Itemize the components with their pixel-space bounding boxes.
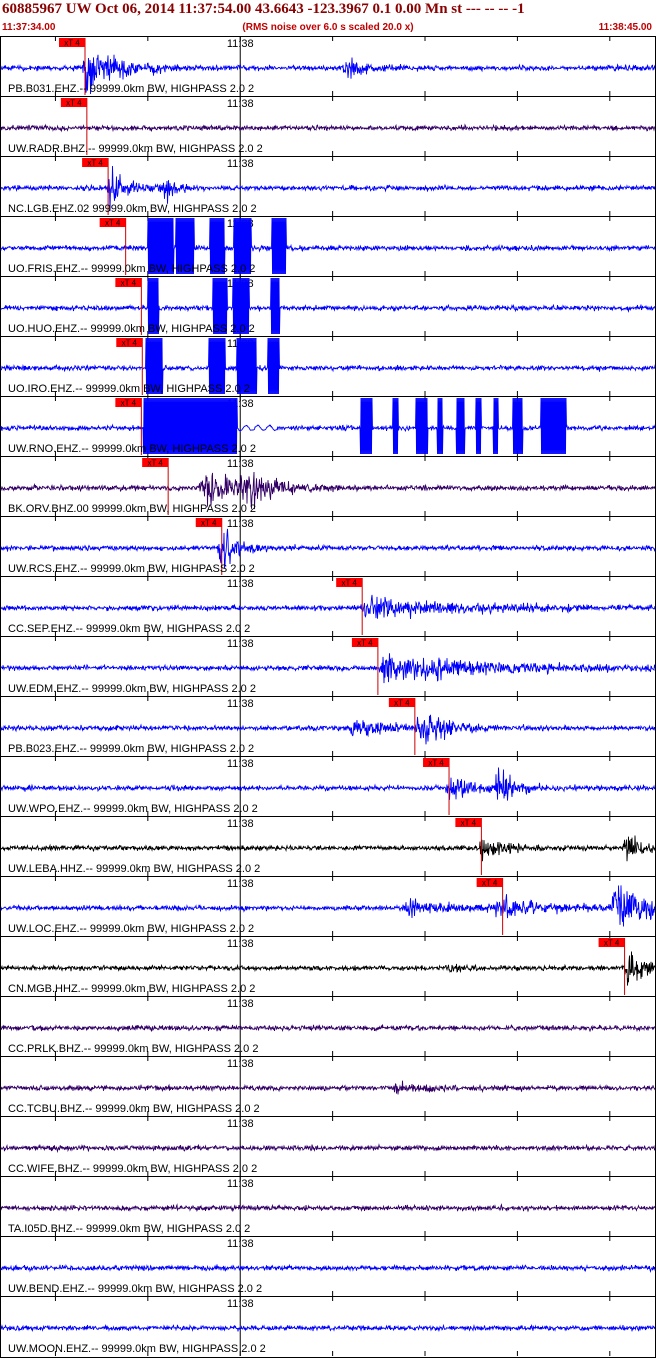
- trace-row: 11:38CC.WIFE.BHZ.-- 99999.0km BW, HIGHPA…: [0, 1116, 656, 1176]
- trace-row: 11:38CC.PRLK.BHZ.-- 99999.0km BW, HIGHPA…: [0, 996, 656, 1056]
- station-label: UW.RADR.BHZ.-- 99999.0km BW, HIGHPASS 2.…: [8, 143, 263, 155]
- trace-row: 11:38 xT 4UW.EDM.EHZ.-- 99999.0km BW, HIG…: [0, 636, 656, 696]
- event-title: 60885967 UW Oct 06, 2014 11:37:54.00 43.…: [2, 1, 525, 17]
- pick-marker-label: xT 4: [121, 399, 137, 408]
- trace-row: 11:38xT 4UW.RNO.EHZ.-- 99999.0km BW, HIG…: [0, 396, 656, 456]
- pick-marker-label: xT 4: [604, 939, 620, 948]
- station-label: UW.LOC.EHZ.-- 99999.0km BW, HIGHPASS 2.0…: [8, 923, 254, 935]
- trace-row: 11:38xT 4NC.LGB.EHZ.02 99999.0km BW, HIG…: [0, 156, 656, 216]
- trace-row: 11:38UW.BEND.EHZ.-- 99999.0km BW, HIGHPA…: [0, 1236, 656, 1296]
- trace-row: 11:38 xT 4UW.LEBA.HHZ.-- 99999.0km BW, HI…: [0, 816, 656, 876]
- station-label: PB.B031.EHZ.-- 99999.0km BW, HIGHPASS 2.…: [8, 83, 254, 95]
- station-label: UW.MOON.EHZ.-- 99999.0km BW, HIGHPASS 2.…: [8, 1343, 266, 1355]
- waveform: [0, 835, 656, 862]
- waveform: [0, 653, 656, 684]
- seismogram-panel: 11:38xT 4PB.B031.EHZ.-- 99999.0km BW, HI…: [0, 36, 656, 1358]
- station-label: CC.TCBU.BHZ.-- 99999.0km BW, HIGHPASS 2.…: [8, 1103, 260, 1115]
- station-label: UW.EDM.EHZ.-- 99999.0km BW, HIGHPASS 2.0…: [8, 683, 256, 695]
- waveform: [0, 1143, 656, 1154]
- trace-row: 11:38 xT 4CN.MGB.HHZ.-- 99999.0km BW, HIG…: [0, 936, 656, 996]
- trace-row: 11:38xT 4UW.RCS.EHZ.-- 99999.0km BW, HIG…: [0, 516, 656, 576]
- waveform: [0, 1080, 656, 1095]
- plot-header: 60885967 UW Oct 06, 2014 11:37:54.00 43.…: [0, 0, 656, 36]
- station-label: CN.MGB.HHZ.-- 99999.0km BW, HIGHPASS 2.0…: [8, 983, 255, 995]
- station-label: UW.WPO.EHZ.-- 99999.0km BW, HIGHPASS 2.0…: [8, 803, 258, 815]
- pick-marker-label: xT 4: [341, 579, 357, 588]
- station-label: CC.PRLK.BHZ.-- 99999.0km BW, HIGHPASS 2.…: [8, 1043, 258, 1055]
- pick-marker-label: xT 4: [105, 219, 121, 228]
- station-label: UW.RCS.EHZ.-- 99999.0km BW, HIGHPASS 2.0…: [8, 563, 255, 575]
- pick-marker-label: xT 4: [66, 99, 82, 108]
- station-label: UO.HUO.EHZ.-- 99999.0km BW, HIGHPASS 2.0…: [8, 323, 255, 335]
- trace-row: 11:38xT 4BK.ORV.BHZ.00 99999.0km BW, HIG…: [0, 456, 656, 516]
- trace-row: 11:38xT 4UO.FRIS.EHZ.-- 99999.0km BW, HI…: [0, 216, 656, 276]
- pick-marker-label: xT 4: [201, 519, 217, 528]
- waveform: [0, 1323, 656, 1333]
- station-label: UO.FRIS.EHZ.-- 99999.0km BW, HIGHPASS 2.…: [8, 263, 255, 275]
- trace-row: 11:38TA.I05D.BHZ.-- 99999.0km BW, HIGHPA…: [0, 1176, 656, 1236]
- pick-marker-label: xT 4: [121, 279, 137, 288]
- pick-marker-label: xT 4: [428, 759, 444, 768]
- station-label: TA.I05D.BHZ.-- 99999.0km BW, HIGHPASS 2.…: [8, 1223, 250, 1235]
- station-label: CC.WIFE.BHZ.-- 99999.0km BW, HIGHPASS 2.…: [8, 1163, 257, 1175]
- pick-marker-label: xT 4: [87, 159, 103, 168]
- waveform: [0, 1203, 656, 1213]
- station-label: CC.SEP.EHZ.-- 99999.0km BW, HIGHPASS 2.0…: [8, 623, 250, 635]
- pick-marker-label: xT 4: [147, 459, 163, 468]
- pick-marker-label: xT 4: [394, 699, 410, 708]
- station-label: BK.ORV.BHZ.00 99999.0km BW, HIGHPASS 2.0…: [8, 503, 256, 515]
- station-label: NC.LGB.EHZ.02 99999.0km BW, HIGHPASS 2.0…: [8, 203, 257, 215]
- trace-row: 11:38UW.MOON.EHZ.-- 99999.0km BW, HIGHPA…: [0, 1296, 656, 1356]
- trace-row: 11:38xT 4UW.RADR.BHZ.-- 99999.0km BW, HI…: [0, 96, 656, 156]
- waveform: [0, 951, 656, 986]
- end-time: 11:38:45.00: [598, 22, 652, 33]
- waveform: [0, 594, 656, 620]
- trace-row: 11:38xT 4PB.B031.EHZ.-- 99999.0km BW, HI…: [0, 36, 656, 96]
- trace-row: 11:38xT 4UO.HUO.EHZ.-- 99999.0km BW, HIG…: [0, 276, 656, 336]
- waveform: [0, 1263, 656, 1274]
- trace-row: 11:38 xT 4UW.LOC.EHZ.-- 99999.0km BW, HIG…: [0, 876, 656, 936]
- station-label: UW.BEND.EHZ.-- 99999.0km BW, HIGHPASS 2.…: [8, 1283, 262, 1295]
- trace-row: 11:38 xT 4PB.B023.EHZ.-- 99999.0km BW, HI…: [0, 696, 656, 756]
- waveform: [0, 767, 656, 801]
- pick-marker-label: xT 4: [482, 879, 498, 888]
- waveform: [0, 123, 656, 133]
- waveform: [0, 1024, 656, 1033]
- trace-row: 11:38 xT 4UW.WPO.EHZ.-- 99999.0km BW, HIG…: [0, 756, 656, 816]
- pick-marker-label: xT 4: [461, 819, 477, 828]
- station-label: PB.B023.EHZ.-- 99999.0km BW, HIGHPASS 2.…: [8, 743, 254, 755]
- pick-marker-label: xT 4: [122, 339, 138, 348]
- station-label: UW.LEBA.HHZ.-- 99999.0km BW, HIGHPASS 2.…: [8, 863, 260, 875]
- trace-row: 11:38CC.TCBU.BHZ.-- 99999.0km BW, HIGHPA…: [0, 1056, 656, 1116]
- waveform: [0, 714, 656, 745]
- station-label: UW.RNO.EHZ.-- 99999.0km BW, HIGHPASS 2.0…: [8, 443, 256, 455]
- rms-scale-note: (RMS noise over 6.0 s scaled 20.0 x): [242, 22, 414, 33]
- trace-row: 11:38 xT 4CC.SEP.EHZ.-- 99999.0km BW, HIG…: [0, 576, 656, 636]
- pick-marker-label: xT 4: [64, 39, 80, 48]
- station-label: UO.IRO.EHZ.-- 99999.0km BW, HIGHPASS 2.0…: [8, 383, 250, 395]
- trace-row: 11:38xT 4UO.IRO.EHZ.-- 99999.0km BW, HIG…: [0, 336, 656, 396]
- pick-marker-label: xT 4: [357, 639, 373, 648]
- waveform: [0, 885, 656, 927]
